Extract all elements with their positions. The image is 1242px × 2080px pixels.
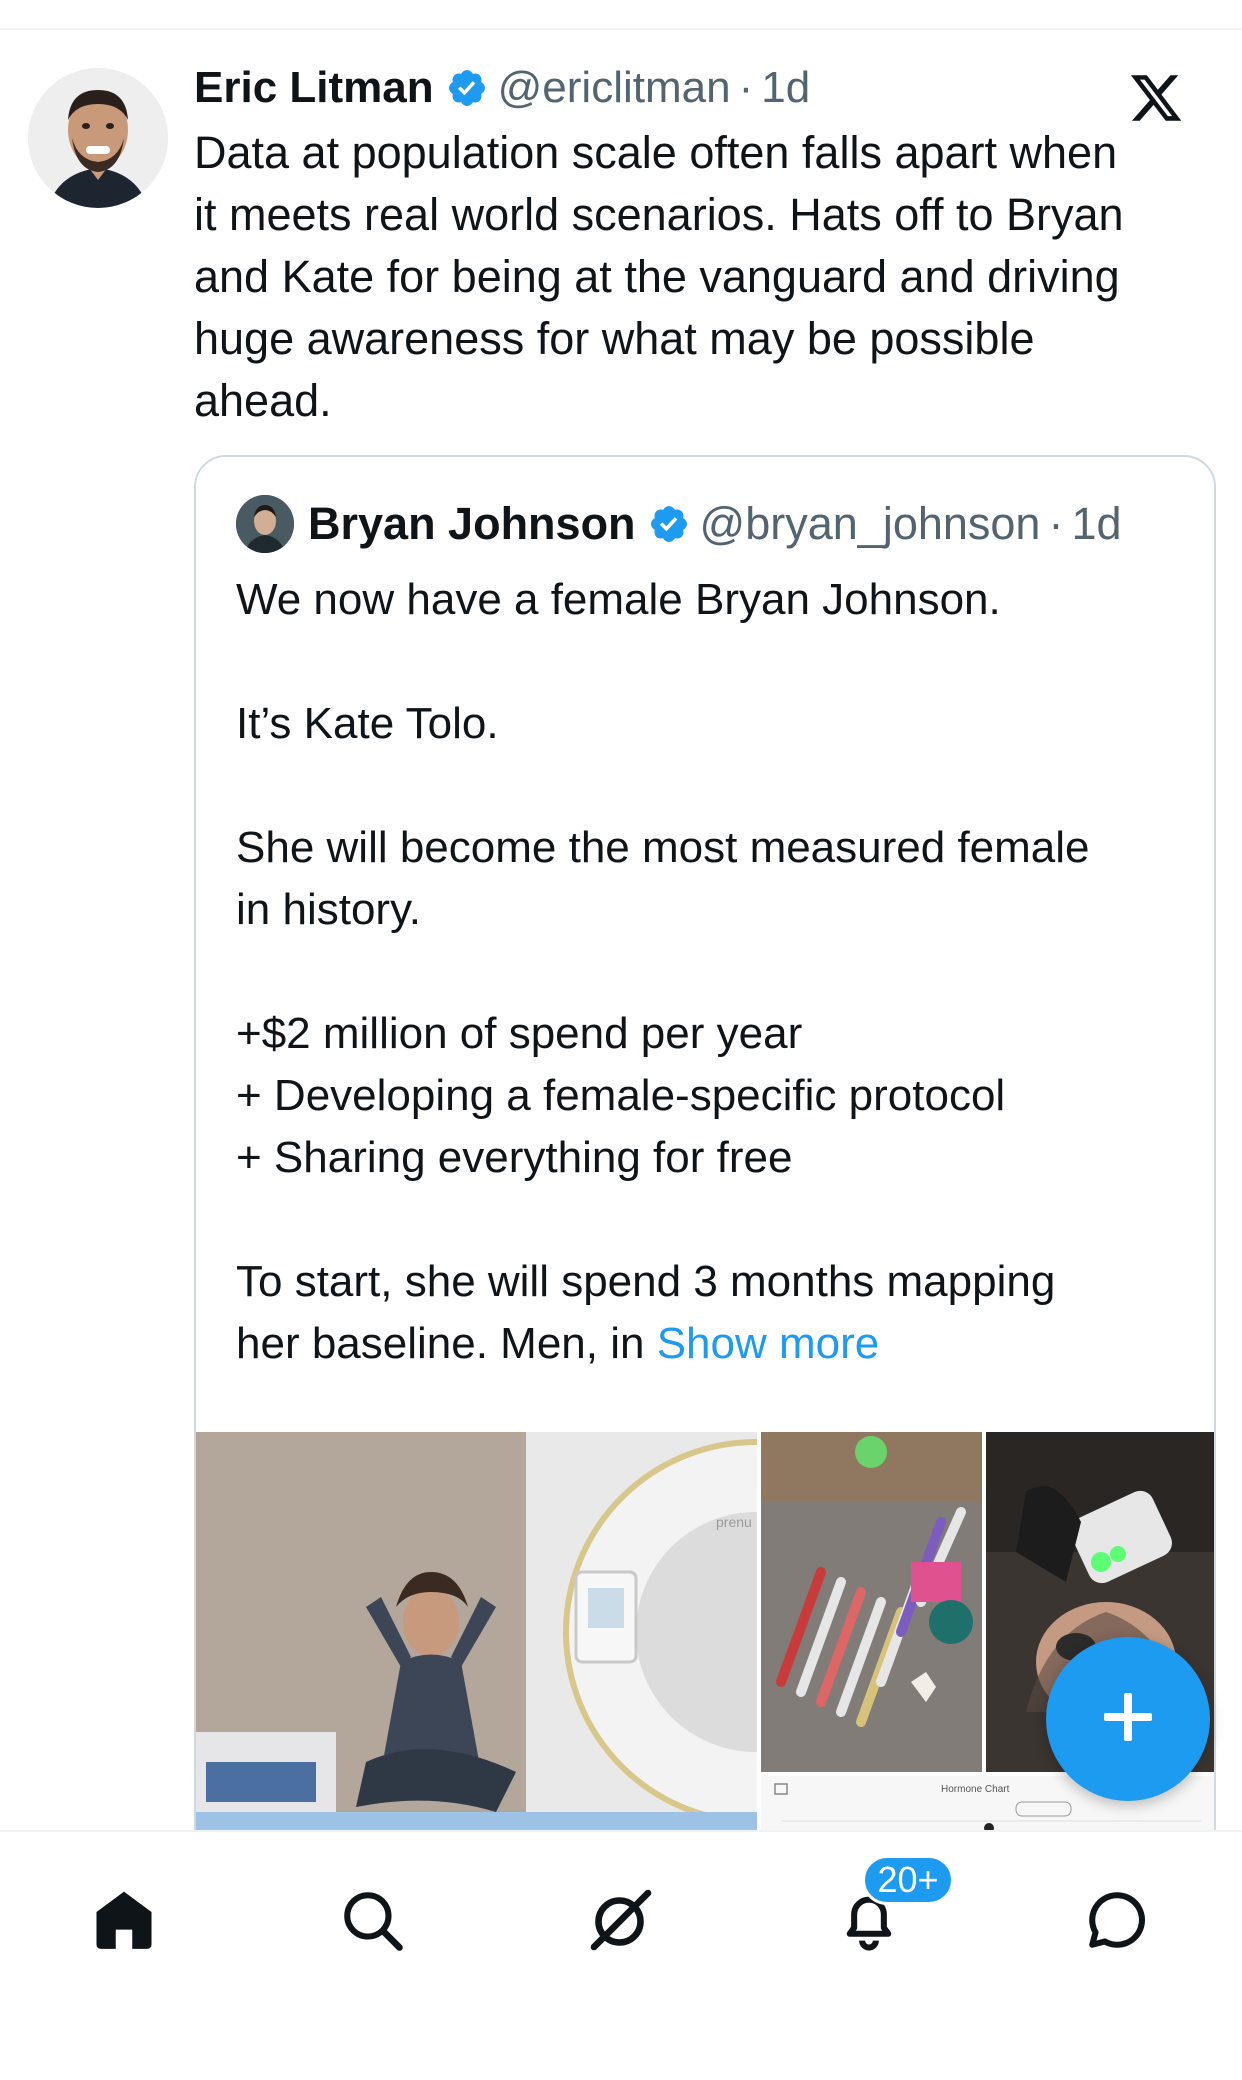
quoted-author-name[interactable]: Bryan Johnson — [308, 498, 636, 550]
bottom-tab-bar: 20+ — [0, 1830, 1242, 2080]
tweet[interactable]: Eric Litman @ericlitman · 1d Data at pop… — [0, 30, 1242, 1879]
verified-badge-icon — [446, 67, 488, 109]
notifications-badge[interactable]: 20+ — [862, 1855, 954, 1905]
quoted-author-avatar[interactable] — [236, 495, 294, 553]
tweet-time[interactable]: 1d — [761, 63, 810, 113]
tab-grok[interactable] — [571, 1872, 671, 1972]
plus-icon — [1098, 1687, 1158, 1752]
tab-home[interactable] — [74, 1872, 174, 1972]
separator-dot: · — [738, 63, 754, 112]
equipment-label: prenu — [716, 1514, 752, 1530]
tab-messages[interactable] — [1067, 1872, 1167, 1972]
x-logo-icon — [1128, 70, 1184, 126]
quoted-tweet-text: We now have a female Bryan Johnson. It’s… — [236, 569, 1186, 1375]
quoted-tweet-header: Bryan Johnson @bryan_johnson · 1d — [308, 491, 1122, 557]
media-grid[interactable]: prenu Hormone Chart — [196, 1432, 1214, 1877]
grok-icon — [585, 1884, 657, 1961]
author-handle[interactable]: @ericlitman — [498, 63, 731, 113]
author-name[interactable]: Eric Litman — [194, 63, 434, 113]
separator-dot: · — [1048, 498, 1064, 549]
quoted-tweet-time[interactable]: 1d — [1071, 498, 1121, 550]
tweet-text: Data at population scale often falls apa… — [194, 127, 1124, 426]
media-photo-blood-tubes[interactable] — [761, 1432, 982, 1772]
search-icon — [339, 1887, 405, 1958]
tweet-header: Eric Litman @ericlitman · 1d — [194, 58, 810, 118]
quoted-tweet[interactable]: Bryan Johnson @bryan_johnson · 1d We now… — [194, 455, 1216, 1879]
quoted-tweet-body: We now have a female Bryan Johnson. It’s… — [236, 575, 1090, 1368]
quoted-author-handle[interactable]: @bryan_johnson — [700, 498, 1041, 550]
show-more-link[interactable]: Show more — [657, 1319, 880, 1368]
tab-search[interactable] — [322, 1872, 422, 1972]
compose-button[interactable] — [1046, 1637, 1210, 1801]
home-icon — [91, 1887, 157, 1958]
verified-badge-icon — [648, 503, 690, 545]
author-avatar[interactable] — [28, 68, 168, 208]
media-photo-scan-room[interactable]: prenu — [196, 1432, 757, 1877]
chart-label: Hormone Chart — [941, 1784, 1010, 1795]
messages-icon — [1084, 1887, 1150, 1958]
